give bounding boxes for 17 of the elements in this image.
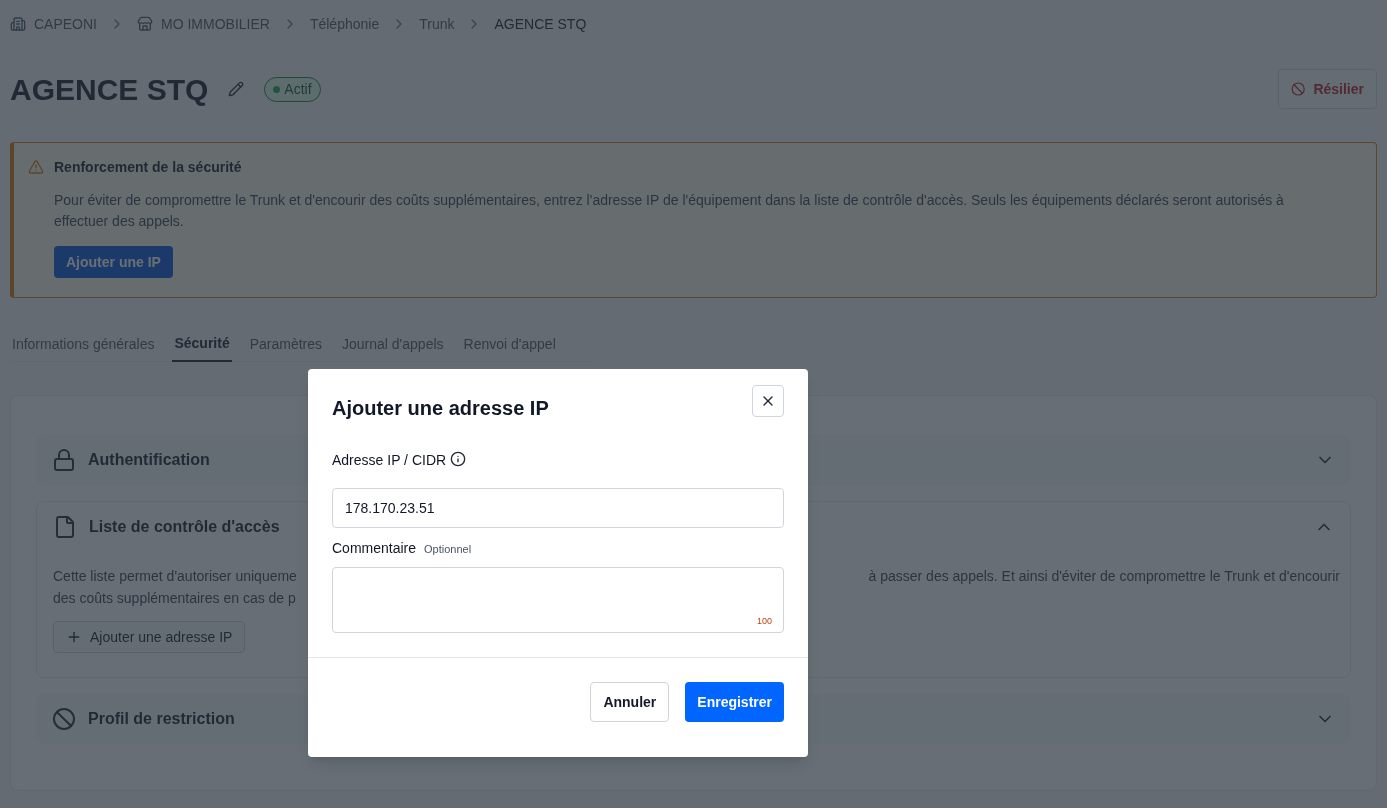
- save-button[interactable]: Enregistrer: [685, 682, 784, 722]
- description-text: des coûts supplémentaires en cas de p: [53, 589, 297, 608]
- field-label: Commentaire: [332, 539, 417, 558]
- comment-field[interactable]: 100: [332, 567, 784, 633]
- description-text: Cette liste permet d'autoriser uniqueme: [53, 567, 297, 586]
- optional-hint: Optionnel: [424, 542, 472, 557]
- close-button[interactable]: [752, 385, 784, 417]
- cancel-button[interactable]: Annuler: [590, 682, 670, 722]
- description-text: à passer des appels. Et ainsi d'éviter de compromettre le Trunk et d'encourir: [868, 567, 1340, 586]
- ip-address-field[interactable]: 178.170.23.51: [332, 488, 784, 528]
- character-counter: 100: [756, 614, 772, 628]
- dialog-title: Ajouter une adresse IP: [332, 396, 549, 421]
- page-title: AGENCE STQ: [10, 71, 209, 108]
- alert-title: Renforcement de la sécurité: [54, 158, 243, 177]
- alert-text: Pour éviter de compromettre le Trunk et d'encourir des coûts supplémentaires, entrez l'adresse IP de l'équipement dans la liste de contrôle d'accès. Seuls les équipements déclarés seront autorisés à effectuer des appels.: [54, 191, 1285, 231]
- info-icon[interactable]: [450, 450, 467, 467]
- field-label: Adresse IP / CIDR: [332, 451, 447, 470]
